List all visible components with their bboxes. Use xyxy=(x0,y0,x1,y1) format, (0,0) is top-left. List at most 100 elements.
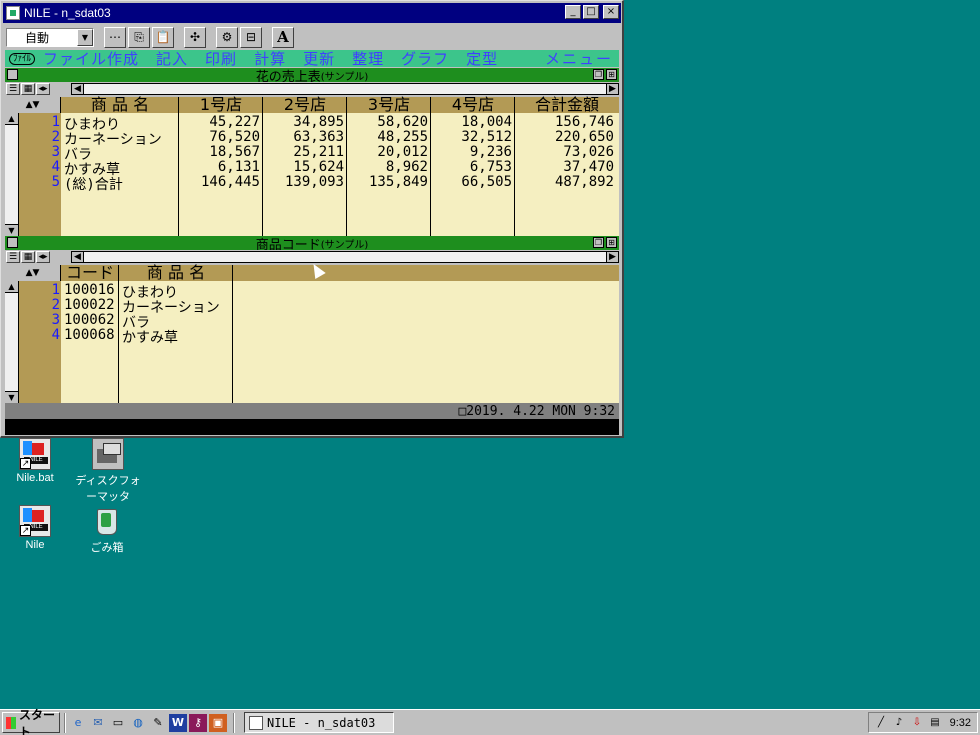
cell-store-2[interactable]: 139,093 xyxy=(263,174,347,190)
pane2-arrows-icon[interactable]: ◂▸ xyxy=(36,251,50,263)
speaker-icon[interactable]: ♪ xyxy=(891,715,907,731)
cell-store-3[interactable]: 135,849 xyxy=(347,174,431,190)
paste-button[interactable]: 📋 xyxy=(152,26,174,48)
cell-name[interactable]: (総)合計 xyxy=(61,174,126,194)
table-row[interactable]: 3 バラ 18,567 25,211 20,012 9,236 73,026 xyxy=(5,144,619,163)
outlook-icon[interactable]: ✉ xyxy=(89,714,107,732)
cell-store-1[interactable]: 76,520 xyxy=(179,129,263,145)
access-icon[interactable]: ⚷ xyxy=(189,713,207,732)
menu-print[interactable]: 印刷 xyxy=(205,48,237,69)
table-row[interactable]: 3 100062 バラ xyxy=(5,312,619,331)
desktop-icon-disk-formatter[interactable]: ディスクフォーマッタ xyxy=(72,438,144,504)
cell-store-2[interactable]: 34,895 xyxy=(263,114,347,130)
file-tab[interactable]: ﾌｧｲﾙ xyxy=(9,52,36,65)
cell-store-4[interactable]: 9,236 xyxy=(431,144,515,160)
desktop-icon-recycle-bin[interactable]: ごみ箱 xyxy=(72,505,142,555)
cell-store-1[interactable]: 6,131 xyxy=(179,159,263,175)
cell-total[interactable]: 156,746 xyxy=(515,114,617,130)
table-row[interactable]: 5 (総)合計 146,445 139,093 135,849 66,505 4… xyxy=(5,174,619,193)
scroll-down-icon[interactable]: ▼ xyxy=(5,224,18,236)
scroll-down-icon[interactable]: ▼ xyxy=(5,391,18,403)
menu-organize[interactable]: 整理 xyxy=(352,48,384,69)
menu-template[interactable]: 定型 xyxy=(466,48,498,69)
font-button[interactable]: A xyxy=(272,26,294,48)
pane1-hscroll-track[interactable]: ◀ ▶ xyxy=(71,83,619,95)
menu-graph[interactable]: グラフ xyxy=(401,48,449,69)
task-button-nile[interactable]: NILE - n_sdat03 xyxy=(244,712,394,733)
table-row[interactable]: 4 100068 かすみ草 xyxy=(5,327,619,346)
pane2-split-icon[interactable]: ☰ xyxy=(6,251,20,263)
cell-total[interactable]: 73,026 xyxy=(515,144,617,160)
start-button[interactable]: スタート xyxy=(2,708,60,735)
pane1-grid-icon[interactable]: ⊞ xyxy=(606,69,617,80)
notepad-icon[interactable]: ✎ xyxy=(149,714,167,732)
table-row[interactable]: 2 100022 カーネーション xyxy=(5,297,619,316)
scroll-right-icon[interactable]: ▶ xyxy=(606,84,618,94)
pane1-restore-icon[interactable]: ❐ xyxy=(593,69,604,80)
cell-name[interactable]: かすみ草 xyxy=(119,327,181,347)
scheduler-icon[interactable]: ▤ xyxy=(927,715,943,731)
desktop-icon-nile[interactable]: NILE ↗ Nile xyxy=(0,505,70,551)
pen-icon[interactable]: ╱ xyxy=(873,715,889,731)
close-button[interactable]: × xyxy=(603,5,619,19)
ime-icon[interactable]: ⇩ xyxy=(909,715,925,731)
pane2-grid-icon[interactable]: ⊞ xyxy=(606,237,617,248)
chevron-down-icon[interactable]: ▼ xyxy=(77,28,93,46)
title-bar[interactable]: NILE - n_sdat03 _ □ × xyxy=(3,3,621,23)
pane1-table-icon[interactable]: ▦ xyxy=(21,83,35,95)
cell-store-2[interactable]: 25,211 xyxy=(263,144,347,160)
sort-icon[interactable]: ▲▼ xyxy=(5,97,61,113)
cell-store-3[interactable]: 8,962 xyxy=(347,159,431,175)
pane1-split-icon[interactable]: ☰ xyxy=(6,83,20,95)
mode-select[interactable]: 自動 ▼ xyxy=(6,27,94,47)
scroll-right-icon[interactable]: ▶ xyxy=(606,252,618,262)
cell-store-1[interactable]: 18,567 xyxy=(179,144,263,160)
scroll-left-icon[interactable]: ◀ xyxy=(72,84,84,94)
command-line-bar[interactable] xyxy=(5,419,619,435)
table-row[interactable]: 4 かすみ草 6,131 15,624 8,962 6,753 37,470 xyxy=(5,159,619,178)
desktop-icon-nile-bat[interactable]: NILE ↗ Nile.bat xyxy=(0,438,70,484)
settings-button[interactable]: ⚙ xyxy=(216,26,238,48)
pane1-arrows-icon[interactable]: ◂▸ xyxy=(36,83,50,95)
cell-store-4[interactable]: 32,512 xyxy=(431,129,515,145)
powerpoint-icon[interactable]: ▣ xyxy=(209,713,227,732)
table-row[interactable]: 2 カーネーション 76,520 63,363 48,255 32,512 22… xyxy=(5,129,619,148)
menu-entry[interactable]: 記入 xyxy=(156,48,188,69)
pane1-title-bar[interactable]: 花の売上表 (サンプル) ❐ ⊞ xyxy=(5,68,619,85)
cell-total[interactable]: 220,650 xyxy=(515,129,617,145)
minimize-button[interactable]: _ xyxy=(565,5,581,19)
cell-code[interactable]: 100068 xyxy=(61,327,118,343)
cell-store-3[interactable]: 20,012 xyxy=(347,144,431,160)
pane2-restore-icon[interactable]: ❐ xyxy=(593,237,604,248)
cell-code[interactable]: 100016 xyxy=(61,282,118,298)
copy-button[interactable]: ⎘ xyxy=(128,26,150,48)
pane2-hscroll-track[interactable]: ◀ ▶ xyxy=(71,251,619,263)
window-layout-button[interactable]: ⊟ xyxy=(240,26,262,48)
move-button[interactable]: ✣ xyxy=(184,26,206,48)
cell-store-1[interactable]: 146,445 xyxy=(179,174,263,190)
cell-store-3[interactable]: 58,620 xyxy=(347,114,431,130)
word-icon[interactable]: W xyxy=(169,713,187,732)
maximize-button[interactable]: □ xyxy=(583,5,599,19)
tray-clock[interactable]: 9:32 xyxy=(950,717,971,729)
sort-icon[interactable]: ▲▼ xyxy=(5,265,61,281)
select-range-button[interactable]: ⋯ xyxy=(104,26,126,48)
pane1-control-box[interactable] xyxy=(7,69,18,80)
show-desktop-icon[interactable]: ▭ xyxy=(109,714,127,732)
table-row[interactable]: 1 ひまわり 45,227 34,895 58,620 18,004 156,7… xyxy=(5,114,619,133)
cell-code[interactable]: 100022 xyxy=(61,297,118,313)
pane2-control-box[interactable] xyxy=(7,237,18,248)
cell-code[interactable]: 100062 xyxy=(61,312,118,328)
ie-icon[interactable]: e xyxy=(69,714,87,732)
cell-total[interactable]: 487,892 xyxy=(515,174,617,190)
cell-store-2[interactable]: 63,363 xyxy=(263,129,347,145)
scroll-left-icon[interactable]: ◀ xyxy=(72,252,84,262)
cell-store-4[interactable]: 6,753 xyxy=(431,159,515,175)
cell-store-4[interactable]: 18,004 xyxy=(431,114,515,130)
table-row[interactable]: 1 100016 ひまわり xyxy=(5,282,619,301)
pane2-title-bar[interactable]: 商品コード (サンプル) ❐ ⊞ xyxy=(5,236,619,253)
cell-store-2[interactable]: 15,624 xyxy=(263,159,347,175)
menu-main[interactable]: メニュー xyxy=(545,48,613,69)
channel-icon[interactable]: ◍ xyxy=(129,714,147,732)
cell-total[interactable]: 37,470 xyxy=(515,159,617,175)
